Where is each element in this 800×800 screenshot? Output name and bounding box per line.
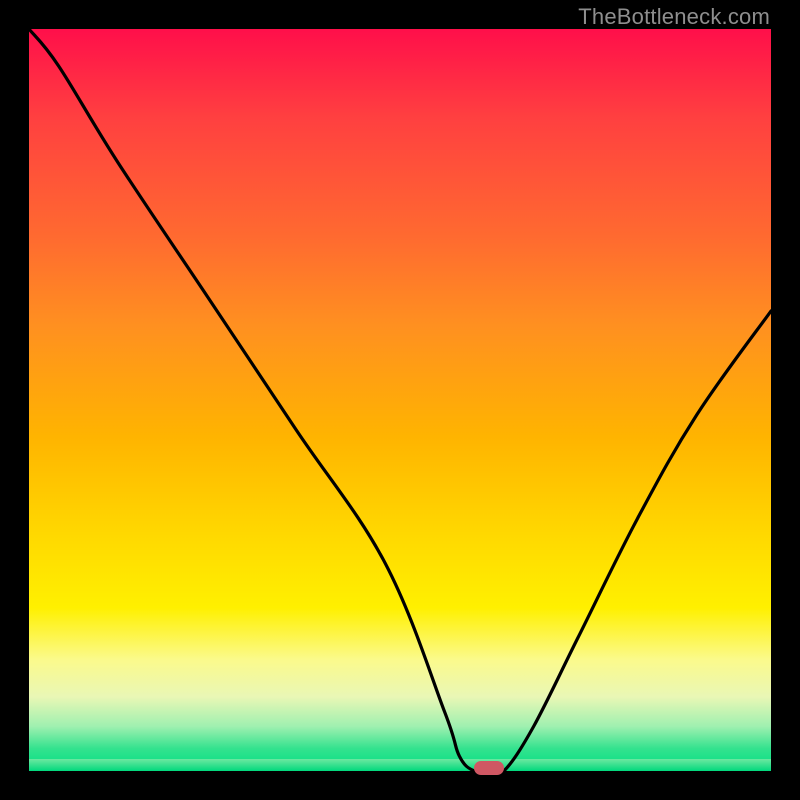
- watermark-text: TheBottleneck.com: [578, 4, 770, 30]
- chart-frame: TheBottleneck.com: [0, 0, 800, 800]
- bottleneck-curve: [29, 29, 771, 771]
- plot-area: [29, 29, 771, 771]
- minimum-marker: [474, 761, 504, 775]
